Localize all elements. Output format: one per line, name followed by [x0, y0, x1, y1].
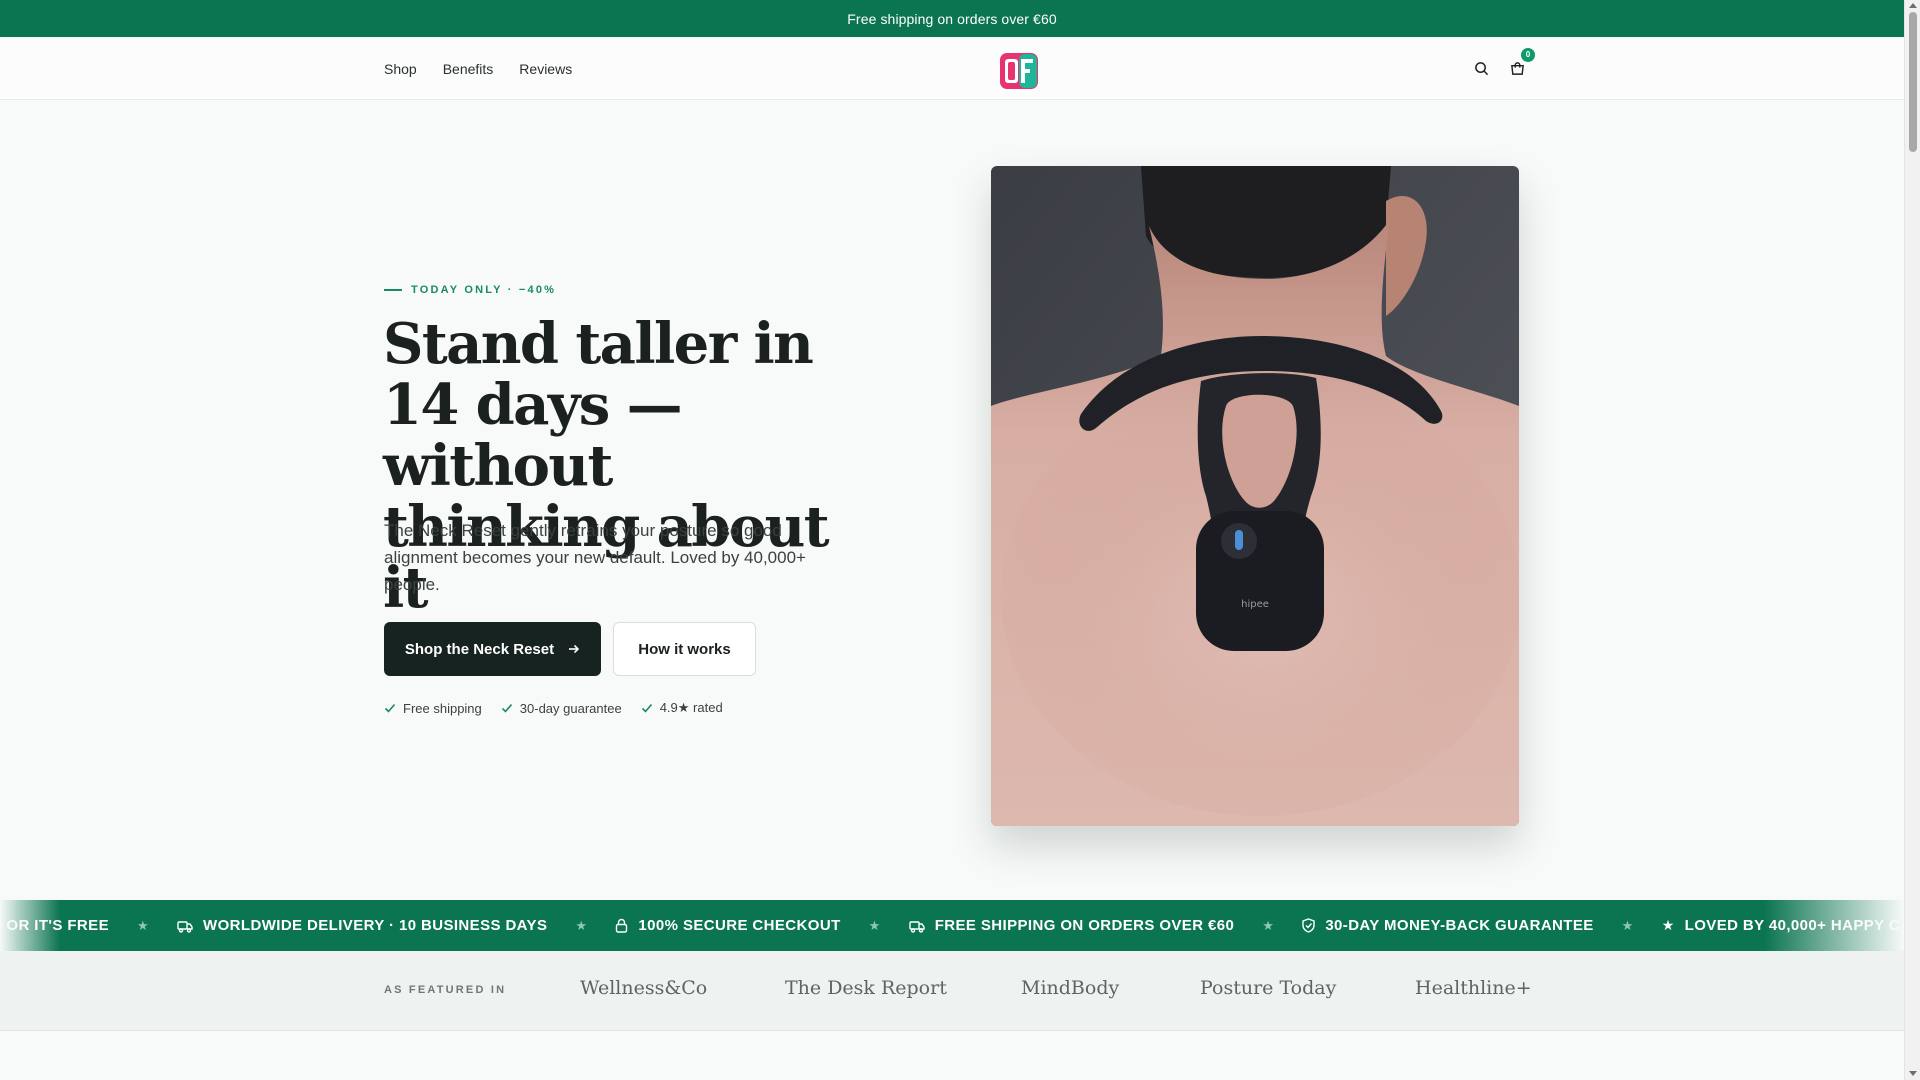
cart-icon[interactable]: 0 [1508, 47, 1535, 78]
star-icon: ★ [136, 917, 150, 933]
featured-in-strip: AS FEATURED IN Wellness&Co The Desk Repo… [0, 951, 1904, 1031]
product-brand-mark: hipee [1241, 599, 1269, 610]
eyebrow-rule [384, 289, 402, 291]
trust-item-guarantee: 30-day guarantee [501, 700, 622, 716]
main-nav: Shop Benefits Reviews [384, 37, 572, 100]
hero-section: TODAY ONLY · −40% Stand taller in 14 day… [0, 100, 1904, 900]
site-header: Shop Benefits Reviews 0 [0, 37, 1904, 100]
star-icon: ★ [1621, 917, 1634, 933]
marquee-item: FREE SHIPPING ON ORDERS OVER €60 [909, 917, 1235, 934]
arrow-right-icon [569, 644, 580, 654]
marquee-item: 30-DAY MONEY-BACK GUARANTEE [1302, 917, 1593, 934]
marquee-item: WORLDWIDE DELIVERY · 10 BUSINESS DAYS [177, 917, 547, 934]
star-icon: ★ [1262, 917, 1275, 933]
marquee-label: 30-DAY MONEY-BACK GUARANTEE [1325, 917, 1594, 934]
scrollbar-thumb[interactable] [1909, 12, 1917, 152]
announcement-text: Free shipping on orders over €60 [847, 10, 1057, 27]
brand-logo[interactable] [999, 52, 1039, 90]
benefits-marquee: DAYS — OR IT'S FREE ★ WORLDWIDE DELIVERY… [0, 900, 1904, 951]
promo-eyebrow: TODAY ONLY · −40% [384, 284, 556, 296]
truck-icon [177, 920, 193, 933]
nav-link-reviews[interactable]: Reviews [519, 61, 572, 77]
marquee-fade-right [1764, 900, 1904, 951]
marquee-label: WORLDWIDE DELIVERY · 10 BUSINESS DAYS [203, 917, 548, 934]
shop-neck-reset-button[interactable]: Shop the Neck Reset [384, 622, 601, 676]
scroll-down-arrow-icon[interactable] [1909, 1071, 1917, 1076]
search-icon[interactable] [1472, 60, 1490, 78]
marquee-label: FREE SHIPPING ON ORDERS OVER €60 [934, 917, 1235, 934]
eyebrow-text: TODAY ONLY · −40% [411, 284, 557, 296]
header-actions: 0 [1472, 37, 1535, 100]
trust-item-shipping: Free shipping [384, 700, 482, 716]
marquee-label: 100% SECURE CHECKOUT [638, 917, 841, 934]
hero-subcopy: The Neck Reset gently retrains your post… [384, 521, 806, 594]
press-logo-wellness-co: Wellness&Co [580, 977, 708, 999]
scroll-up-arrow-icon[interactable] [1909, 3, 1917, 8]
star-icon: ★ [575, 917, 588, 933]
marquee-track: DAYS — OR IT'S FREE ★ WORLDWIDE DELIVERY… [0, 900, 1900, 951]
check-icon [641, 703, 652, 713]
trust-item-rating: 4.9★ rated [641, 700, 723, 716]
star-icon: ★ [868, 917, 881, 933]
lock-icon [616, 918, 628, 933]
nav-link-benefits[interactable]: Benefits [443, 61, 494, 77]
trust-label: 30-day guarantee [519, 700, 622, 716]
marquee-fade-left [0, 900, 60, 951]
nav-link-shop[interactable]: Shop [384, 61, 417, 77]
marquee-item: 100% SECURE CHECKOUT [615, 917, 840, 934]
featured-label: AS FEATURED IN [384, 984, 507, 996]
shield-icon [1302, 918, 1316, 933]
trust-badges: Free shipping 30-day guarantee 4.9★ rate… [384, 700, 723, 716]
trust-label: 4.9★ rated [659, 700, 723, 715]
how-it-works-button[interactable]: How it works [613, 622, 756, 676]
check-icon [501, 703, 512, 713]
press-logo-posture-today: Posture Today [1200, 977, 1337, 999]
page-scrollbar[interactable] [1904, 0, 1920, 1080]
shop-button-label: Shop the Neck Reset [404, 640, 555, 658]
check-icon [384, 703, 396, 713]
cart-count-badge: 0 [1521, 47, 1535, 62]
trust-label: Free shipping [403, 700, 482, 716]
press-logo-desk-report: The Desk Report [785, 977, 947, 999]
press-logo-healthline: Healthline+ [1415, 977, 1532, 999]
press-logo-mindbody: MindBody [1021, 977, 1120, 999]
announcement-bar: Free shipping on orders over €60 [0, 0, 1904, 37]
truck-icon [909, 920, 925, 933]
star-icon: ★ [1661, 917, 1675, 933]
product-image: hipee [991, 166, 1519, 826]
page: Free shipping on orders over €60 Shop Be… [0, 0, 1904, 1080]
